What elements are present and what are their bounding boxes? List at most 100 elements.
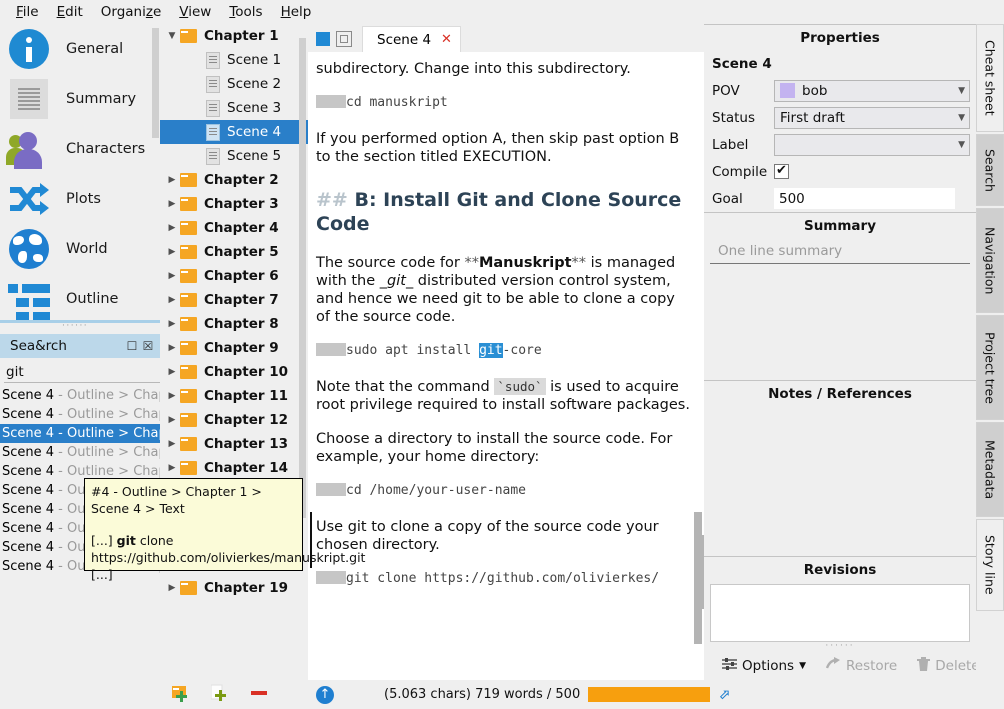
label-select[interactable]: ▼: [774, 134, 970, 156]
nav-item-general[interactable]: General: [0, 24, 160, 74]
properties-scrollbar[interactable]: [697, 535, 704, 609]
search-result-row[interactable]: Scene 4 - Outline > Chap: [0, 443, 160, 462]
revisions-list[interactable]: [710, 584, 970, 642]
nav-item-summary[interactable]: Summary: [0, 74, 160, 124]
compile-checkbox[interactable]: [774, 164, 789, 179]
scroll-up-icon[interactable]: [316, 686, 334, 704]
vtab-cheat-sheet[interactable]: Cheat sheet: [976, 24, 1004, 132]
chevron-right-icon[interactable]: [164, 319, 180, 329]
italic-text-git: _git_: [380, 273, 413, 289]
folder-icon: [180, 341, 197, 355]
add-folder-icon[interactable]: [172, 684, 191, 706]
chevron-right-icon[interactable]: [164, 367, 180, 377]
restore-button[interactable]: Restore: [826, 657, 897, 675]
revisions-resize-grip[interactable]: ······: [704, 642, 976, 651]
tree-row-chapter-12[interactable]: Chapter 12: [160, 408, 308, 432]
tree-row-scene-5[interactable]: Scene 5: [160, 144, 308, 168]
editor-tab-scene4[interactable]: Scene 4 ✕: [362, 26, 461, 52]
tree-row-label: Chapter 13: [204, 436, 288, 452]
search-dock-title: Sea&rch: [10, 338, 124, 354]
goal-input[interactable]: [774, 188, 955, 209]
vtab-search[interactable]: Search: [976, 134, 1004, 206]
left-nav-scrollbar[interactable]: [152, 28, 159, 138]
nav-item-plots[interactable]: Plots: [0, 174, 160, 224]
search-input[interactable]: [4, 361, 179, 383]
doc-paragraph-2: If you performed option A, then skip pas…: [316, 130, 690, 166]
tree-row-chapter-8[interactable]: Chapter 8: [160, 312, 308, 336]
panel-resize-grip[interactable]: ······: [62, 323, 98, 330]
tree-row-chapter-1[interactable]: Chapter 1: [160, 24, 308, 48]
chevron-right-icon[interactable]: [164, 295, 180, 305]
search-result-context: - Outline > Chap: [54, 388, 160, 403]
tree-row-chapter-14[interactable]: Chapter 14: [160, 456, 308, 480]
nav-item-characters[interactable]: Characters: [0, 124, 160, 174]
tree-row-chapter-13[interactable]: Chapter 13: [160, 432, 308, 456]
chevron-right-icon[interactable]: [164, 199, 180, 209]
split-view-icon[interactable]: [336, 31, 352, 47]
remove-item-icon[interactable]: [250, 684, 269, 706]
float-window-icon[interactable]: ☐: [124, 338, 140, 354]
chevron-right-icon[interactable]: [164, 583, 180, 593]
status-select[interactable]: First draft ▼: [774, 107, 970, 129]
editor-color-square-icon[interactable]: [316, 32, 330, 46]
chevron-right-icon[interactable]: [164, 415, 180, 425]
tree-row-chapter-11[interactable]: Chapter 11: [160, 384, 308, 408]
project-tree-toolbar: [160, 680, 308, 709]
chevron-right-icon[interactable]: [164, 463, 180, 473]
tree-row-chapter-5[interactable]: Chapter 5: [160, 240, 308, 264]
vtab-navigation[interactable]: Navigation: [976, 208, 1004, 313]
menu-view[interactable]: View: [171, 1, 219, 23]
folder-icon: [180, 245, 197, 259]
vtab-story-line[interactable]: Story line: [976, 519, 1004, 611]
delete-button[interactable]: Delete: [917, 657, 979, 675]
chevron-down-icon[interactable]: [164, 31, 180, 41]
search-result-context: - Outline > Chap: [54, 445, 160, 460]
tree-row-chapter-7[interactable]: Chapter 7: [160, 288, 308, 312]
tree-row-chapter-2[interactable]: Chapter 2: [160, 168, 308, 192]
nav-item-world[interactable]: World: [0, 224, 160, 274]
options-button[interactable]: Options ▼: [722, 657, 806, 675]
summary-input[interactable]: One line summary: [710, 240, 970, 264]
chevron-right-icon[interactable]: [164, 175, 180, 185]
tree-row-scene-4[interactable]: Scene 4: [160, 120, 308, 144]
chevron-right-icon[interactable]: [164, 223, 180, 233]
project-tree-scrollbar[interactable]: [299, 38, 306, 518]
fullscreen-icon[interactable]: ⬀: [718, 687, 730, 703]
tree-row-label: Chapter 4: [204, 220, 279, 236]
menu-tools[interactable]: Tools: [221, 1, 270, 23]
tree-row-scene-3[interactable]: Scene 3: [160, 96, 308, 120]
tree-row-label: Scene 1: [227, 52, 281, 68]
pov-select[interactable]: bob ▼: [774, 80, 970, 102]
tree-row-chapter-9[interactable]: Chapter 9: [160, 336, 308, 360]
tree-row-chapter-4[interactable]: Chapter 4: [160, 216, 308, 240]
chevron-right-icon[interactable]: [164, 439, 180, 449]
tree-row-chapter-6[interactable]: Chapter 6: [160, 264, 308, 288]
menu-edit[interactable]: Edit: [49, 1, 91, 23]
nav-item-outline[interactable]: Outline: [0, 274, 160, 324]
menu-organize[interactable]: Organize: [93, 1, 170, 23]
tree-row-chapter-3[interactable]: Chapter 3: [160, 192, 308, 216]
search-result-row[interactable]: Scene 4 - Outline > Chap: [0, 405, 160, 424]
close-tab-icon[interactable]: ✕: [441, 32, 452, 47]
search-result-row[interactable]: Scene 4 - Outline > Chap: [0, 424, 160, 443]
tree-row-scene-2[interactable]: Scene 2: [160, 72, 308, 96]
tooltip-snippet-pre: [...]: [91, 533, 117, 548]
properties-panel: Properties Scene 4 POV bob ▼ Status Firs…: [704, 24, 976, 680]
vtab-metadata[interactable]: Metadata: [976, 422, 1004, 517]
add-text-icon[interactable]: [211, 684, 230, 706]
chevron-right-icon[interactable]: [164, 247, 180, 257]
vtab-project-tree[interactable]: Project tree: [976, 315, 1004, 420]
chevron-right-icon[interactable]: [164, 271, 180, 281]
tree-row-scene-1[interactable]: Scene 1: [160, 48, 308, 72]
tree-row-chapter-10[interactable]: Chapter 10: [160, 360, 308, 384]
chevron-right-icon[interactable]: [164, 391, 180, 401]
close-icon[interactable]: ☒: [140, 338, 156, 354]
options-label: Options: [742, 658, 794, 674]
menu-file[interactable]: File: [8, 1, 47, 23]
doc-code-line-2: sudo apt install git-core: [316, 342, 690, 360]
document-text-area[interactable]: subdirectory. Change into this subdirect…: [308, 52, 704, 680]
chevron-right-icon[interactable]: [164, 343, 180, 353]
menu-help[interactable]: Help: [273, 1, 320, 23]
notes-text-area[interactable]: [704, 408, 976, 556]
search-result-row[interactable]: Scene 4 - Outline > Chap: [0, 386, 160, 405]
